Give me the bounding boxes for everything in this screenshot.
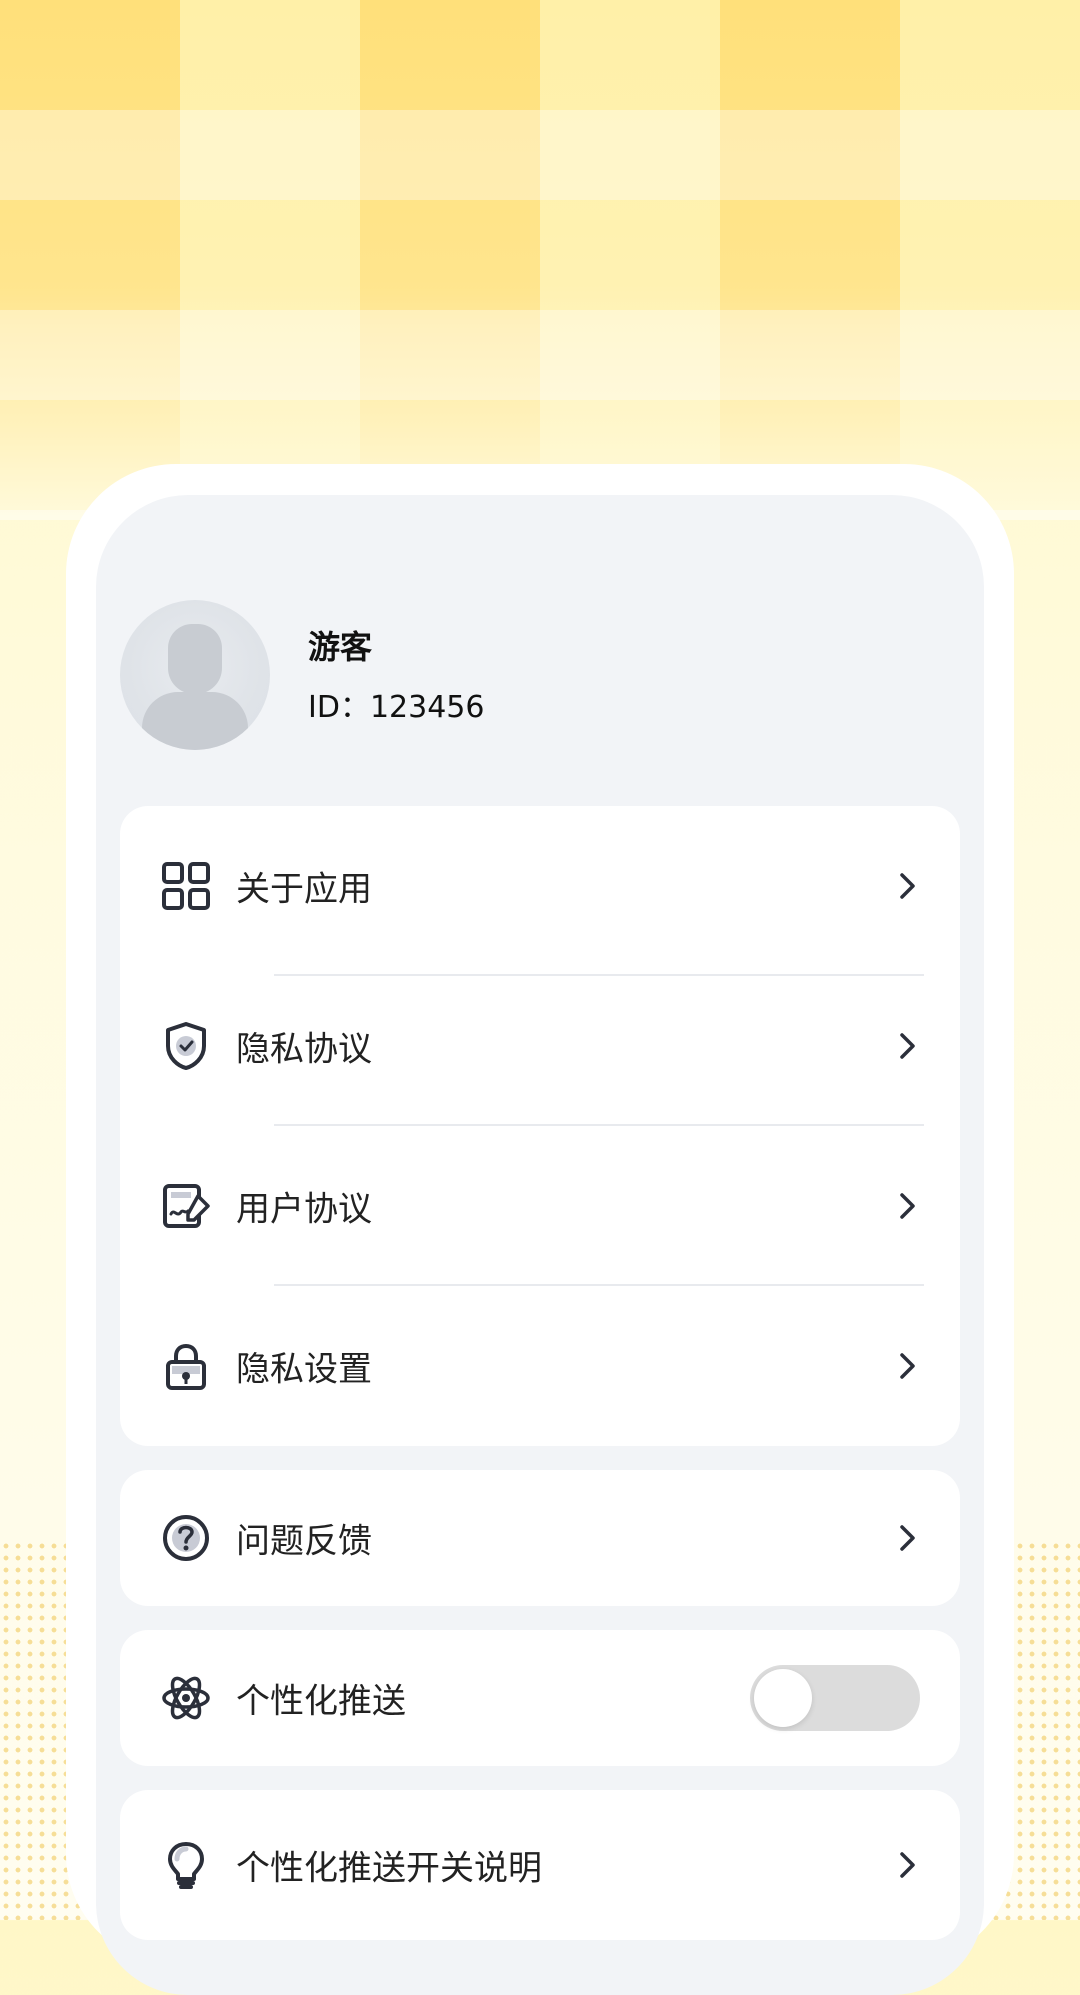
lightbulb-icon <box>168 1842 204 1889</box>
shield-icon <box>166 1022 206 1070</box>
chevron-right-icon <box>900 1852 915 1878</box>
menu-item-personalized-push-description[interactable]: 个性化推送开关说明 <box>120 1785 960 1945</box>
menu-item-privacy-agreement[interactable]: 隐私协议 <box>120 966 960 1126</box>
chevron-right-icon <box>900 1525 915 1551</box>
avatar-body <box>142 692 248 750</box>
menu-item-user-agreement[interactable]: 用户协议 <box>120 1126 960 1286</box>
menu-item-label: 个性化推送 <box>236 1681 406 1722</box>
avatar-head <box>168 624 222 694</box>
menu-item-personalized-push[interactable]: 个性化推送 <box>120 1618 960 1778</box>
menu-item-label: 关于应用 <box>236 869 372 910</box>
menu-item-label: 问题反馈 <box>236 1521 372 1562</box>
menu-item-label: 用户协议 <box>236 1189 372 1230</box>
chevron-right-icon <box>900 1193 915 1219</box>
chevron-right-icon <box>900 1353 915 1379</box>
signature-icon <box>163 1184 210 1228</box>
toggle-knob <box>754 1669 812 1727</box>
menu-item-label: 隐私设置 <box>236 1349 372 1390</box>
personalized-push-toggle[interactable] <box>750 1665 920 1731</box>
menu-group-feedback: 问题反馈 <box>120 1470 960 1606</box>
menu-group-personalized-push: 个性化推送 <box>120 1630 960 1766</box>
menu-item-label: 隐私协议 <box>236 1029 372 1070</box>
menu-item-about-app[interactable]: 关于应用 <box>120 806 960 966</box>
grid-icon <box>162 862 210 910</box>
lock-icon <box>166 1343 206 1390</box>
menu-group-main: 关于应用 隐私协议 用户协议 隐私设置 <box>120 806 960 1446</box>
question-icon <box>163 1515 209 1561</box>
atom-icon <box>162 1676 210 1720</box>
menu-item-feedback[interactable]: 问题反馈 <box>120 1458 960 1618</box>
top-background <box>0 0 1080 520</box>
menu-item-label: 个性化推送开关说明 <box>236 1848 542 1889</box>
user-id: ID：123456 <box>308 690 485 725</box>
menu-item-privacy-settings[interactable]: 隐私设置 <box>120 1286 960 1446</box>
chevron-right-icon <box>900 873 915 899</box>
profile-header: 游客 ID：123456 <box>120 600 920 750</box>
avatar[interactable] <box>120 600 270 750</box>
user-name: 游客 <box>308 628 373 666</box>
menu-group-push-description: 个性化推送开关说明 <box>120 1790 960 1940</box>
chevron-right-icon <box>900 1033 915 1059</box>
